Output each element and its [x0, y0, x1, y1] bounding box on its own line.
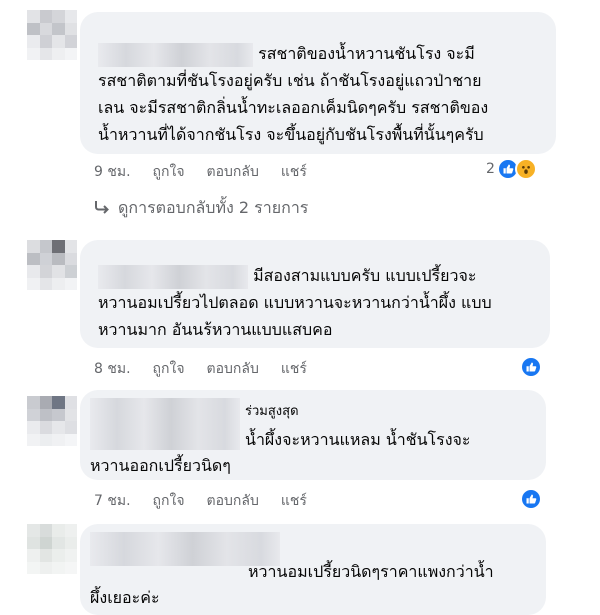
like-link[interactable]: ถูกใจ: [153, 161, 185, 183]
timestamp[interactable]: 9 ชม.: [94, 161, 131, 183]
view-replies-label: ดูการตอบกลับทั้ง 2 รายการ: [118, 198, 309, 217]
share-link[interactable]: แชร์: [281, 490, 307, 512]
commenter-name[interactable]: [90, 398, 240, 450]
view-replies-link[interactable]: ดูการตอบกลับทั้ง 2 รายการ: [94, 196, 308, 221]
comment-bubble: รสชาติของน้ำหวานชันโรง จะมี รสชาติตามที่…: [80, 12, 556, 154]
comment-text-line: หวานอมเปรี้ยวไปตลอด แบบหวานจะหวานกว่าน้ำ…: [98, 293, 492, 312]
comment-text-line: น้ำผึ้งจะหวานแหลม น้ำชันโรงจะ: [245, 430, 471, 449]
reply-arrow-icon: [94, 199, 110, 218]
like-link[interactable]: ถูกใจ: [153, 490, 185, 512]
avatar[interactable]: [27, 396, 77, 446]
like-link[interactable]: ถูกใจ: [153, 358, 185, 380]
comment-text-line: หวานอมเปรี้ยวนิดๆราคาแพงกว่าน้ำ: [248, 562, 494, 581]
reaction-summary[interactable]: [520, 356, 542, 378]
comment-text-line: ผึ้งเยอะค่ะ: [90, 588, 160, 607]
timestamp[interactable]: 7 ชม.: [94, 490, 131, 512]
commenter-name[interactable]: [98, 264, 248, 289]
comment-actions: 9 ชม. ถูกใจ ตอบกลับ แชร์: [94, 161, 329, 183]
avatar[interactable]: [27, 10, 77, 60]
comment-text-line: หวานมาก อันนร้หวานแบบแสบคอ: [98, 320, 333, 339]
comment-text-line: น้ำหวานที่ได้จากชันโรง จะขึ้นอยู่กับชันโ…: [98, 125, 484, 144]
reaction-count: 2: [486, 161, 495, 177]
wow-icon: [514, 158, 537, 180]
comment-text-line: รสชาติตามที่ชันโรงอยู่ครับ เช่น ถ้าชันโร…: [98, 71, 482, 90]
share-link[interactable]: แชร์: [281, 358, 307, 380]
comment-text-line: เลน จะมีรสชาติกลิ่นน้ำทะเลออกเค็มนิดๆครั…: [98, 98, 489, 117]
like-icon: [520, 488, 542, 510]
comment-text-line: หวานออกเปรี้ยวนิดๆ: [90, 456, 231, 475]
comment-bubble: หวานอมเปรี้ยวนิดๆราคาแพงกว่าน้ำ ผึ้งเยอะ…: [80, 524, 546, 615]
avatar[interactable]: [27, 524, 77, 574]
reaction-summary[interactable]: [520, 488, 542, 510]
comment-actions: 7 ชม. ถูกใจ ตอบกลับ แชร์: [94, 490, 329, 512]
avatar[interactable]: [27, 240, 77, 290]
commenter-name[interactable]: [98, 42, 253, 67]
commenter-header: [90, 398, 240, 450]
share-link[interactable]: แชร์: [281, 161, 307, 183]
comment-bubble: ร่วมสูงสุด น้ำผึ้งจะหวานแหลม น้ำชันโรงจะ…: [80, 390, 546, 480]
top-fan-badge: ร่วมสูงสุด: [245, 404, 299, 419]
reaction-summary[interactable]: 2: [486, 158, 537, 180]
reply-link[interactable]: ตอบกลับ: [207, 358, 259, 380]
like-icon: [520, 356, 542, 378]
comment-bubble: มีสองสามแบบครับ แบบเปรี้ยวจะ หวานอมเปรี้…: [80, 240, 550, 348]
comment-actions: 8 ชม. ถูกใจ ตอบกลับ แชร์: [94, 358, 329, 380]
timestamp[interactable]: 8 ชม.: [94, 358, 131, 380]
comment-text-line: รสชาติของน้ำหวานชันโรง จะมี: [258, 44, 475, 63]
reply-link[interactable]: ตอบกลับ: [207, 161, 259, 183]
comment-text-line: มีสองสามแบบครับ แบบเปรี้ยวจะ: [253, 266, 477, 285]
reply-link[interactable]: ตอบกลับ: [207, 490, 259, 512]
